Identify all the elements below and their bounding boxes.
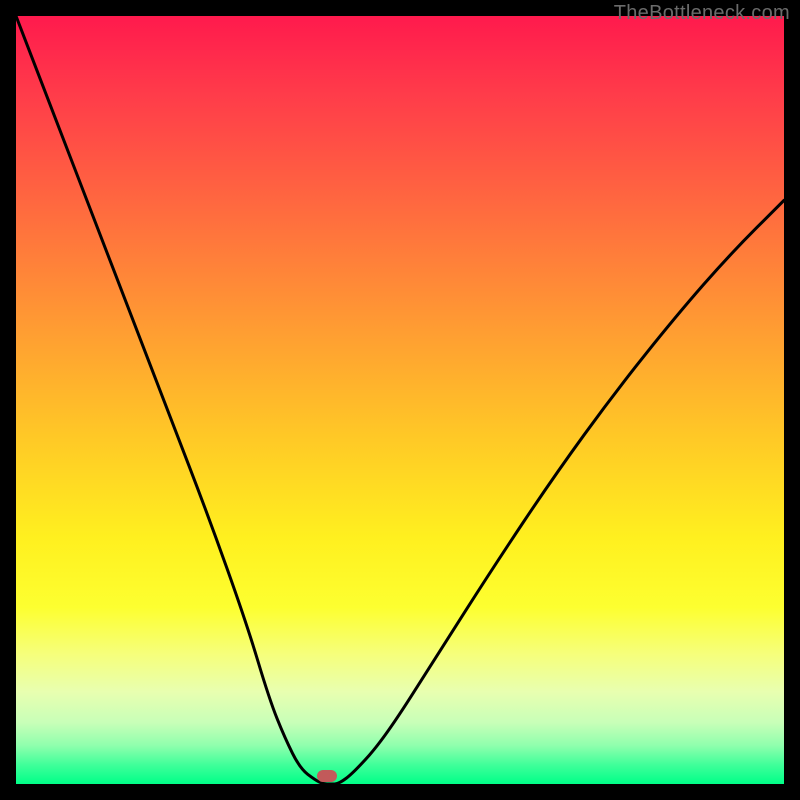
watermark-label: TheBottleneck.com [614, 2, 790, 25]
bottleneck-curve [16, 16, 784, 784]
chart-plot-area [16, 16, 784, 784]
minimum-marker [317, 770, 337, 782]
curve-svg [16, 16, 784, 784]
